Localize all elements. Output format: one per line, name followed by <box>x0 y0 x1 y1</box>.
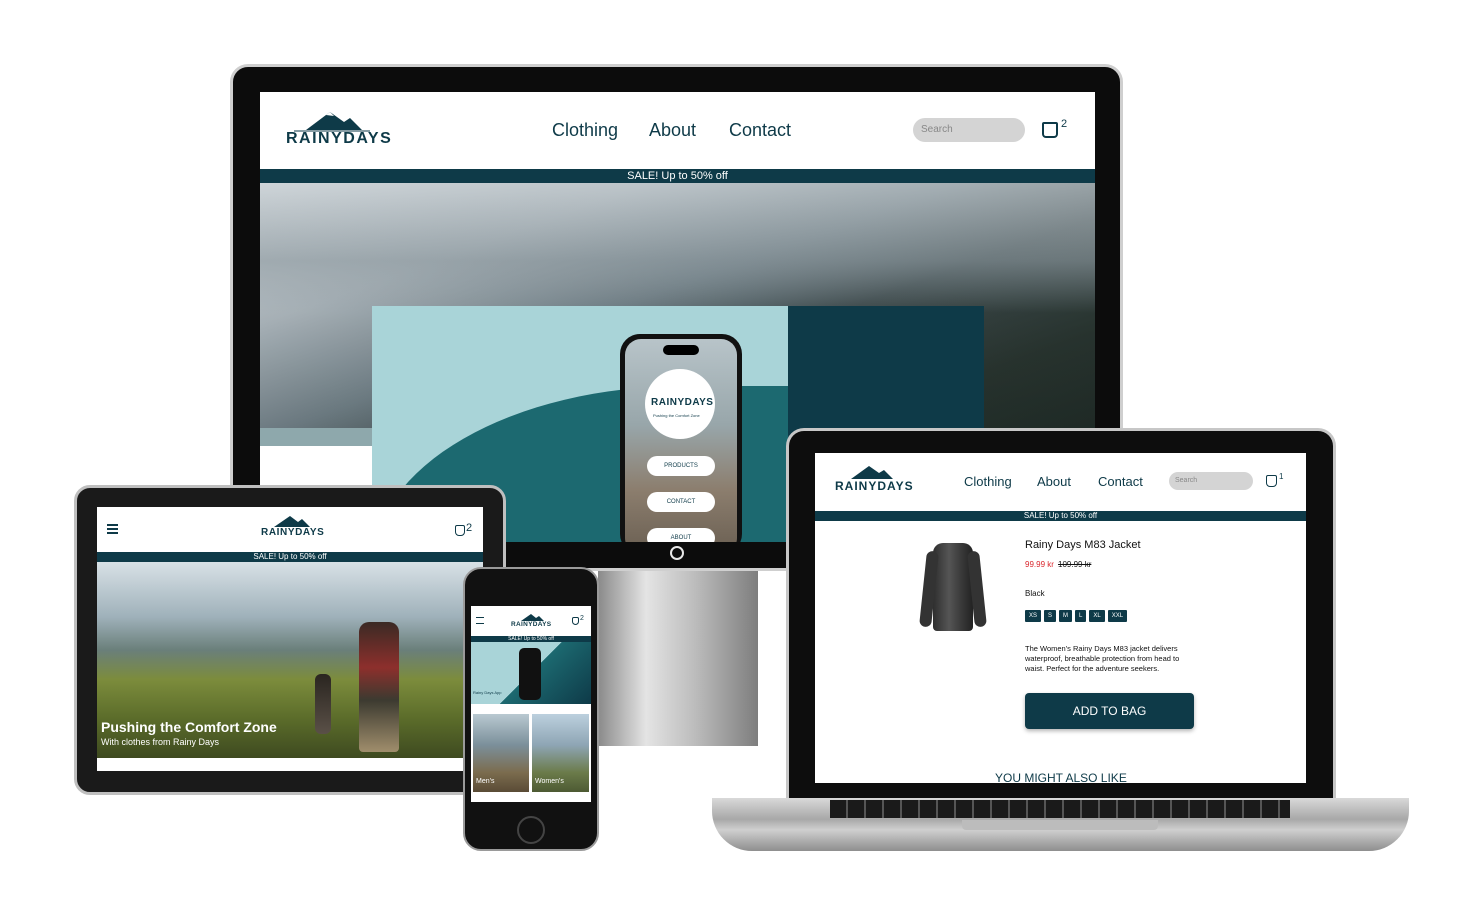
size-l-button[interactable]: L <box>1075 610 1087 622</box>
phone-promo-mockup <box>519 648 541 700</box>
product-image <box>919 537 987 633</box>
app-logo-name: RAINYDAYS <box>651 397 714 408</box>
monitor-stand <box>598 571 758 746</box>
laptop-bag-icon[interactable] <box>1266 475 1277 487</box>
laptop-nav-contact[interactable]: Contact <box>1098 474 1143 489</box>
tablet-mountain-logo-icon <box>274 516 310 527</box>
brand-name: RAINYDAYS <box>286 130 393 147</box>
phone-promo-banner: Rainy Days App <box>471 642 591 704</box>
size-m-button[interactable]: M <box>1059 610 1073 622</box>
size-xl-button[interactable]: XL <box>1089 610 1105 622</box>
nav-clothing[interactable]: Clothing <box>552 120 618 141</box>
phone-bag-icon[interactable] <box>572 617 579 625</box>
hiker-figure-small <box>315 674 331 734</box>
app-products-button[interactable]: PRODUCTS <box>647 456 715 476</box>
laptop-screen: RAINYDAYS Clothing About Contact Search … <box>815 453 1306 783</box>
app-phone-mockup: RAINYDAYS Pushing the Comfort Zone PRODU… <box>620 334 742 542</box>
laptop-trackpad[interactable] <box>962 820 1158 830</box>
tablet-brand-logo[interactable]: RAINYDAYS <box>260 515 324 541</box>
phone-promo-title: Rainy Days App <box>473 690 502 695</box>
app-products-label: PRODUCTS <box>664 463 698 469</box>
app-contact-button[interactable]: CONTACT <box>647 492 715 512</box>
size-selector: XS S M L XL XXL <box>1025 610 1128 622</box>
sale-banner: SALE! Up to 50% off <box>260 169 1095 183</box>
app-contact-label: CONTACT <box>666 499 696 505</box>
search-input[interactable]: Search <box>913 118 1025 142</box>
mountain-logo-icon <box>294 112 370 132</box>
tablet-hero-title: Pushing the Comfort Zone <box>101 719 277 735</box>
app-phone-screen: RAINYDAYS Pushing the Comfort Zone PRODU… <box>625 339 737 542</box>
product-description: The Women's Rainy Days M83 jacket delive… <box>1025 644 1180 673</box>
laptop-keyboard <box>830 800 1290 818</box>
hamburger-menu-icon[interactable] <box>107 524 118 534</box>
app-about-label: ABOUT <box>670 535 692 541</box>
size-xs-button[interactable]: XS <box>1025 610 1042 622</box>
laptop-mountain-logo-icon <box>851 466 893 479</box>
cart-count: 2 <box>1061 118 1068 130</box>
laptop-cart-count: 1 <box>1279 472 1284 481</box>
tablet-bag-icon[interactable] <box>455 525 465 536</box>
phone-home-button[interactable] <box>517 816 545 844</box>
hiker-figure <box>359 622 399 752</box>
nav-about[interactable]: About <box>649 120 696 141</box>
phone-tile-mens-label: Men's <box>476 778 495 785</box>
tablet-cart-count: 2 <box>466 522 473 534</box>
laptop-sale-banner: SALE! Up to 50% off <box>815 511 1306 521</box>
app-logo-circle: RAINYDAYS Pushing the Comfort Zone <box>645 369 715 439</box>
product-title: Rainy Days M83 Jacket <box>1025 539 1141 551</box>
brand-logo[interactable]: RAINYDAYS <box>286 110 391 150</box>
product-old-price: 109.99 kr <box>1058 560 1092 569</box>
product-sale-price: 99.99 kr <box>1025 560 1054 569</box>
hero-frozen-lake <box>260 428 372 446</box>
tablet-brand-name: RAINYDAYS <box>261 527 325 538</box>
app-about-button[interactable]: ABOUT <box>647 528 715 542</box>
shopping-bag-icon[interactable] <box>1042 122 1058 138</box>
snowy-peaks <box>260 183 1095 313</box>
search-placeholder: Search <box>921 124 953 135</box>
tablet-hero-subtitle: With clothes from Rainy Days <box>101 737 220 747</box>
product-color: Black <box>1025 589 1045 598</box>
phone-tile-womens-label: Women's <box>535 778 564 785</box>
dynamic-island <box>663 345 699 355</box>
app-logo-tagline: Pushing the Comfort Zone <box>653 413 700 418</box>
phone-brand-logo[interactable]: RAINYDAYS <box>511 613 551 631</box>
monitor-power-icon[interactable] <box>670 546 684 560</box>
phone-tile-mens[interactable]: Men's <box>473 714 529 792</box>
phone-cart-count: 2 <box>580 615 584 622</box>
related-products-heading: YOU MIGHT ALSO LIKE <box>995 771 1127 783</box>
desktop-header: RAINYDAYS Clothing About Contact Search … <box>260 92 1095 169</box>
laptop-search-placeholder: Search <box>1175 477 1198 484</box>
phone-brand-name: RAINYDAYS <box>511 621 552 628</box>
laptop-brand-logo[interactable]: RAINYDAYS <box>835 465 913 495</box>
tablet-sale-banner: SALE! Up to 50% off <box>97 552 483 562</box>
laptop-nav-clothing[interactable]: Clothing <box>964 474 1012 489</box>
phone-tile-womens[interactable]: Women's <box>532 714 589 792</box>
size-s-button[interactable]: S <box>1044 610 1057 622</box>
add-to-bag-button[interactable]: ADD TO BAG <box>1025 693 1194 729</box>
phone-menu-icon[interactable] <box>476 617 484 624</box>
laptop-nav-about[interactable]: About <box>1037 474 1071 489</box>
phone-screen: RAINYDAYS 2 SALE! Up to 50% off Rainy Da… <box>471 606 591 802</box>
laptop-search-input[interactable]: Search <box>1169 472 1253 490</box>
nav-contact[interactable]: Contact <box>729 120 791 141</box>
laptop-brand-name: RAINYDAYS <box>835 479 914 493</box>
phone-mountain-logo-icon <box>521 614 544 621</box>
size-xxl-button[interactable]: XXL <box>1107 610 1128 622</box>
tablet-screen: RAINYDAYS 2 SALE! Up to 50% off Pushing … <box>97 507 483 771</box>
